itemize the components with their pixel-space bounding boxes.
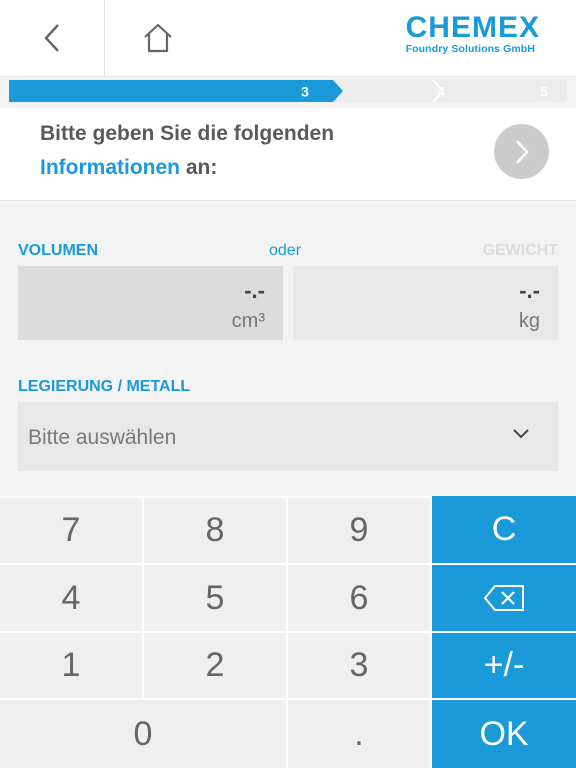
back-button[interactable]: [0, 0, 105, 76]
decimal-key[interactable]: .: [288, 700, 430, 768]
backspace-icon: [483, 585, 524, 611]
question-card: Bitte geben Sie die folgenden Informatio…: [0, 108, 576, 201]
key-8[interactable]: 8: [144, 498, 286, 563]
alloy-select[interactable]: Bitte auswählen: [18, 402, 558, 471]
home-icon: [144, 23, 172, 53]
progress-step-3: 3: [301, 84, 309, 100]
next-button[interactable]: [494, 124, 549, 179]
brand-name: CHEMEX: [405, 11, 540, 44]
weight-unit: kg: [518, 310, 540, 332]
key-2[interactable]: 2: [144, 633, 286, 698]
clear-key[interactable]: C: [432, 496, 576, 563]
chevron-left-icon: [44, 24, 59, 52]
weight-value: -.-: [519, 278, 540, 303]
key-6[interactable]: 6: [288, 565, 430, 631]
sign-toggle-key[interactable]: +/-: [432, 633, 576, 698]
question-line-2: Informationen an:: [40, 156, 217, 180]
weight-label: GEWICHT: [482, 242, 558, 259]
progress-step-4: 4: [437, 84, 445, 100]
chevron-right-icon: [515, 139, 529, 164]
alloy-select-placeholder: Bitte auswählen: [28, 426, 177, 449]
ok-key[interactable]: OK: [432, 700, 576, 768]
volume-value: -.-: [244, 278, 265, 303]
weight-field[interactable]: -.- kg: [293, 266, 558, 340]
header-bar: CHEMEX Foundry Solutions GmbH: [0, 0, 576, 77]
key-5[interactable]: 5: [144, 565, 286, 631]
key-1[interactable]: 1: [0, 633, 142, 698]
question-line-1: Bitte geben Sie die folgenden: [40, 122, 335, 145]
question-highlight: Informationen: [40, 156, 180, 179]
volume-label: VOLUMEN: [18, 242, 98, 259]
alloy-label: LEGIERUNG / METALL: [18, 378, 191, 395]
key-7[interactable]: 7: [0, 498, 142, 563]
progress-bar: 3 4 5: [9, 80, 567, 102]
key-3[interactable]: 3: [288, 633, 430, 698]
volume-field[interactable]: -.- cm³: [18, 266, 283, 340]
brand-logo: CHEMEX Foundry Solutions GmbH: [405, 11, 540, 56]
progress-step-5: 5: [540, 84, 548, 100]
key-0[interactable]: 0: [0, 700, 286, 768]
key-9[interactable]: 9: [288, 498, 430, 563]
key-4[interactable]: 4: [0, 565, 142, 631]
home-button[interactable]: [105, 0, 211, 76]
volume-unit: cm³: [231, 310, 265, 332]
backspace-key[interactable]: [432, 565, 576, 631]
chevron-down-icon: [513, 429, 529, 439]
numeric-keypad: 7 8 9 C 4 5 6 1 2 3 +/- 0 . OK: [0, 496, 576, 768]
brand-subtitle: Foundry Solutions GmbH: [405, 43, 535, 55]
question-line-2-rest: an:: [180, 156, 218, 179]
or-separator: oder: [269, 242, 302, 259]
